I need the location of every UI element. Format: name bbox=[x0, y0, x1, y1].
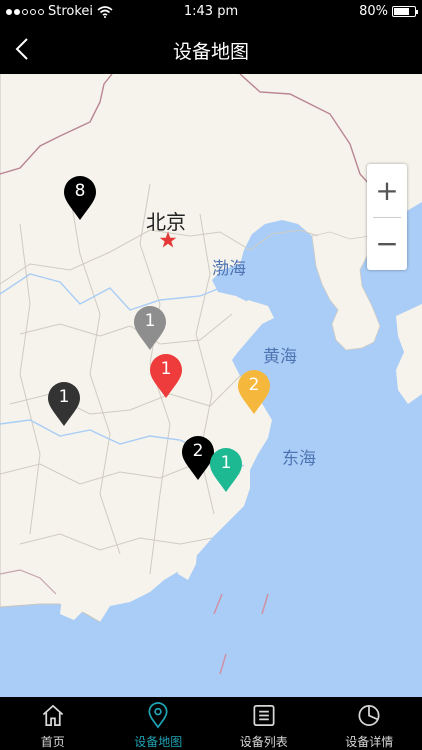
map-label-beijing: 北京 bbox=[146, 210, 186, 234]
marker-count: 8 bbox=[74, 181, 86, 201]
tab-device-map[interactable]: 设备地图 bbox=[106, 697, 212, 750]
tab-label: 设备详情 bbox=[345, 735, 394, 749]
status-bar: Strokei 1:43 pm 80% bbox=[0, 0, 422, 24]
map-marker[interactable]: 1 bbox=[48, 382, 80, 426]
map-marker[interactable]: 1 bbox=[134, 306, 166, 350]
marker-count: 1 bbox=[160, 359, 172, 379]
tab-label: 设备地图 bbox=[134, 735, 183, 749]
battery-percent: 80% bbox=[359, 4, 388, 19]
map-view[interactable]: 北京 渤海 黄海 东海 + − 8 1 1 2 1 2 1 bbox=[0, 74, 422, 697]
list-icon bbox=[253, 704, 275, 727]
map-label-huanghai: 黄海 bbox=[263, 347, 297, 367]
navigation-bar: 设备地图 bbox=[0, 24, 422, 74]
tab-home[interactable]: 首页 bbox=[0, 697, 106, 750]
map-label-bohai: 渤海 bbox=[212, 259, 246, 279]
home-icon bbox=[42, 704, 63, 727]
map-label-donghai: 东海 bbox=[282, 449, 316, 469]
map-marker[interactable]: 1 bbox=[210, 448, 242, 492]
tab-device-list[interactable]: 设备列表 bbox=[211, 697, 317, 750]
pie-chart-icon bbox=[358, 704, 380, 727]
tab-label: 设备列表 bbox=[239, 735, 288, 749]
marker-count: 2 bbox=[248, 375, 260, 395]
tab-label: 首页 bbox=[40, 735, 65, 749]
zoom-out-button[interactable]: − bbox=[367, 217, 407, 270]
page-title: 设备地图 bbox=[172, 41, 249, 63]
map-marker[interactable]: 8 bbox=[64, 176, 96, 220]
map-marker[interactable]: 2 bbox=[238, 370, 270, 414]
location-pin-icon bbox=[148, 702, 168, 729]
marker-count: 1 bbox=[144, 311, 156, 331]
map-marker[interactable]: 1 bbox=[150, 354, 182, 398]
marker-count: 1 bbox=[220, 453, 232, 473]
marker-count: 1 bbox=[58, 387, 70, 407]
status-right: 80% bbox=[359, 4, 418, 19]
zoom-control: + − bbox=[367, 164, 407, 270]
battery-icon bbox=[392, 6, 418, 17]
tab-device-details[interactable]: 设备详情 bbox=[317, 697, 422, 750]
zoom-in-button[interactable]: + bbox=[367, 164, 407, 217]
tab-bar: 首页 设备地图 设备列表 设备详情 bbox=[0, 697, 422, 750]
